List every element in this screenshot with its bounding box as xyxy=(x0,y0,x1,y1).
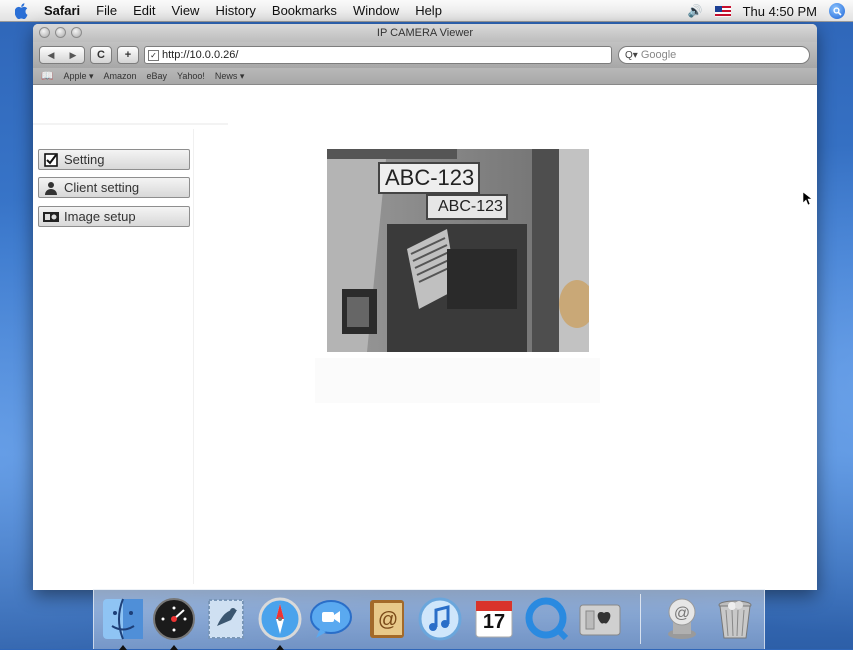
menu-window[interactable]: Window xyxy=(353,3,399,18)
bookmarks-bar: 📖 Apple ▾ Amazon eBay Yahoo! News ▾ xyxy=(33,68,817,85)
back-arrow-icon[interactable]: ◀ xyxy=(40,50,62,61)
feed-caption-area xyxy=(315,358,600,403)
browser-window: IP CAMERA Viewer ◀ ▶ C + ✓ http://10.0.0… xyxy=(33,24,817,590)
menu-bar: Safari File Edit View History Bookmarks … xyxy=(0,0,853,22)
image-setup-button[interactable]: Image setup xyxy=(38,206,190,227)
dashboard-icon[interactable] xyxy=(151,596,197,642)
search-placeholder: Google xyxy=(640,49,677,61)
setting-button[interactable]: Setting xyxy=(38,149,190,170)
bookmark-amazon[interactable]: Amazon xyxy=(104,71,137,81)
client-setting-label: Client setting xyxy=(64,180,140,195)
dashboard-running-indicator xyxy=(170,645,178,650)
browser-toolbar: ◀ ▶ C + ✓ http://10.0.0.26/ Q▾ Google xyxy=(33,42,817,68)
ical-date: 17 xyxy=(482,611,506,633)
address-book-icon[interactable]: @ xyxy=(364,596,410,642)
ichat-icon[interactable] xyxy=(308,596,354,642)
mail-downloads-icon[interactable]: @ xyxy=(659,596,705,642)
menu-app-name[interactable]: Safari xyxy=(44,3,80,18)
divider xyxy=(33,123,228,125)
page-icon: ✓ xyxy=(148,49,159,61)
bookmark-news[interactable]: News ▾ xyxy=(215,71,245,82)
menubar-clock[interactable]: Thu 4:50 PM xyxy=(743,4,817,19)
quicktime-icon[interactable] xyxy=(524,596,570,642)
menu-edit[interactable]: Edit xyxy=(133,3,155,18)
bookmark-yahoo[interactable]: Yahoo! xyxy=(177,71,205,81)
reload-button[interactable]: C xyxy=(90,46,112,64)
menu-help[interactable]: Help xyxy=(415,3,442,18)
search-field[interactable]: Q▾ Google xyxy=(618,46,810,64)
input-menu-flag-icon[interactable] xyxy=(714,5,731,17)
itunes-icon[interactable] xyxy=(417,596,463,642)
volume-icon[interactable]: 🔊 xyxy=(688,4,703,18)
menu-view[interactable]: View xyxy=(172,3,200,18)
bookmarks-book-icon[interactable]: 📖 xyxy=(41,71,53,82)
image-setup-label: Image setup xyxy=(64,209,136,224)
menu-history[interactable]: History xyxy=(215,3,255,18)
mouse-cursor-icon xyxy=(802,191,813,211)
menu-file[interactable]: File xyxy=(96,3,117,18)
camera-feed-image: ABC-123 ABC-123 xyxy=(327,149,589,352)
address-bar[interactable]: ✓ http://10.0.0.26/ xyxy=(144,46,612,64)
close-window-button[interactable] xyxy=(39,27,50,38)
svg-text:@: @ xyxy=(378,609,398,631)
dock-separator xyxy=(640,594,641,644)
dock: @ 17 @ xyxy=(93,589,765,650)
page-content: Setting Client setting Image setup ABC-1… xyxy=(33,85,817,590)
window-controls xyxy=(39,27,82,38)
plate-text-large: ABC-123 xyxy=(385,165,475,190)
svg-text:@: @ xyxy=(674,605,690,622)
plate-text-small: ABC-123 xyxy=(438,198,503,215)
ical-icon[interactable]: 17 xyxy=(471,596,517,642)
finder-icon[interactable] xyxy=(100,596,146,642)
system-preferences-icon[interactable] xyxy=(577,596,623,642)
minimize-window-button[interactable] xyxy=(55,27,66,38)
trash-icon[interactable] xyxy=(712,596,758,642)
add-bookmark-button[interactable]: + xyxy=(117,46,139,64)
window-title: IP CAMERA Viewer xyxy=(376,27,474,39)
user-icon xyxy=(43,181,59,195)
apple-menu-icon[interactable] xyxy=(14,2,30,19)
bookmark-apple[interactable]: Apple ▾ xyxy=(63,71,93,82)
zoom-window-button[interactable] xyxy=(71,27,82,38)
address-url: http://10.0.0.26/ xyxy=(162,49,239,61)
spotlight-icon[interactable] xyxy=(829,3,845,19)
mail-icon[interactable] xyxy=(203,596,249,642)
window-titlebar[interactable]: IP CAMERA Viewer xyxy=(33,24,817,42)
forward-arrow-icon[interactable]: ▶ xyxy=(62,50,84,61)
finder-running-indicator xyxy=(119,645,127,650)
safari-icon[interactable] xyxy=(257,596,303,642)
checkbox-icon xyxy=(43,152,59,167)
back-forward-buttons: ◀ ▶ xyxy=(39,46,85,64)
menu-bookmarks[interactable]: Bookmarks xyxy=(272,3,337,18)
safari-running-indicator xyxy=(276,645,284,650)
bookmark-ebay[interactable]: eBay xyxy=(147,71,168,81)
camera-icon xyxy=(43,210,59,224)
setting-label: Setting xyxy=(64,152,105,167)
search-icon: Q▾ xyxy=(625,49,638,61)
client-setting-button[interactable]: Client setting xyxy=(38,177,190,198)
